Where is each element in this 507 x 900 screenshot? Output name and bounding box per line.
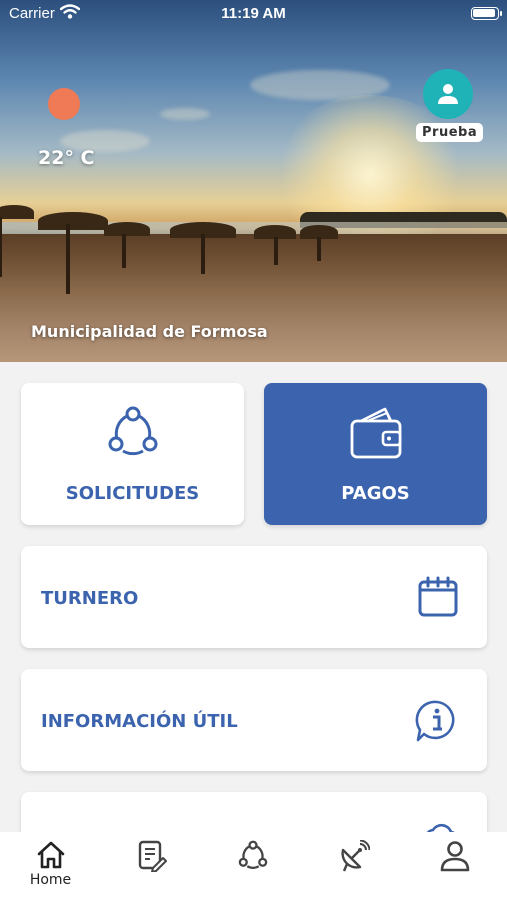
beach-sand <box>0 234 507 362</box>
solicitudes-label: SOLICITUDES <box>65 483 200 504</box>
profile-avatar[interactable] <box>423 69 473 119</box>
share-nodes-icon <box>238 840 267 869</box>
pagos-tile[interactable]: PAGOS <box>264 383 487 525</box>
pagos-label: PAGOS <box>341 483 410 504</box>
battery-icon <box>471 7 502 20</box>
edit-document-icon <box>138 840 167 872</box>
share-nodes-icon <box>108 406 157 456</box>
user-icon <box>438 84 458 104</box>
clock: 11:19 AM <box>221 5 286 22</box>
home-icon <box>37 841 64 869</box>
hero-banner <box>0 0 507 362</box>
nav-antena[interactable] <box>303 832 404 900</box>
bottom-nav: Home <box>0 832 507 900</box>
nav-home-label: Home <box>29 872 72 888</box>
nav-tramites[interactable] <box>101 832 202 900</box>
profile-name[interactable]: Prueba <box>416 123 484 142</box>
solicitudes-tile[interactable]: SOLICITUDES <box>21 383 244 525</box>
nav-solicitudes[interactable] <box>202 832 303 900</box>
turnero-row[interactable]: TURNERO <box>21 546 487 648</box>
informacion-util-row[interactable]: INFORMACIÓN ÚTIL <box>21 669 487 771</box>
turnero-label: TURNERO <box>41 588 139 609</box>
status-bar: Carrier 11:19 AM <box>0 0 507 28</box>
calendar-icon <box>418 576 458 617</box>
informacion-util-label: INFORMACIÓN ÚTIL <box>41 711 238 732</box>
user-icon <box>440 841 469 872</box>
nav-home[interactable]: Home <box>0 832 101 900</box>
sun-icon <box>48 88 80 120</box>
satellite-dish-icon <box>340 840 370 872</box>
nav-perfil[interactable] <box>404 832 505 900</box>
municipality-title: Municipalidad de Formosa <box>31 322 268 341</box>
info-bubble-icon <box>415 700 455 742</box>
temperature: 22° C <box>38 147 95 169</box>
wallet-icon <box>350 407 401 459</box>
